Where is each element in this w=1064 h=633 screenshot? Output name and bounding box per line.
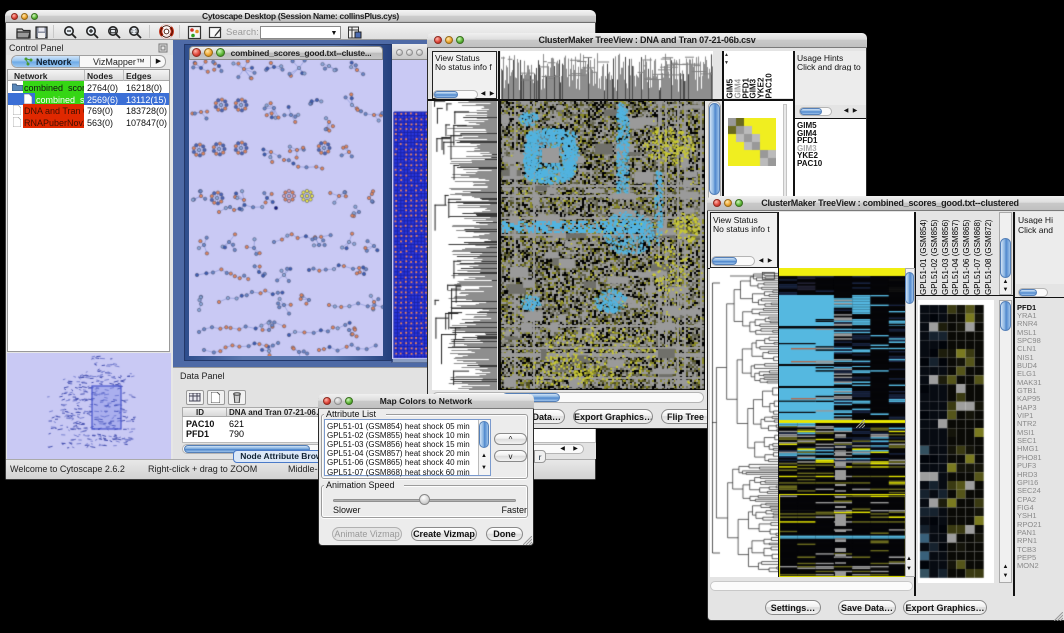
svg-text:1:1: 1:1 bbox=[131, 29, 138, 35]
